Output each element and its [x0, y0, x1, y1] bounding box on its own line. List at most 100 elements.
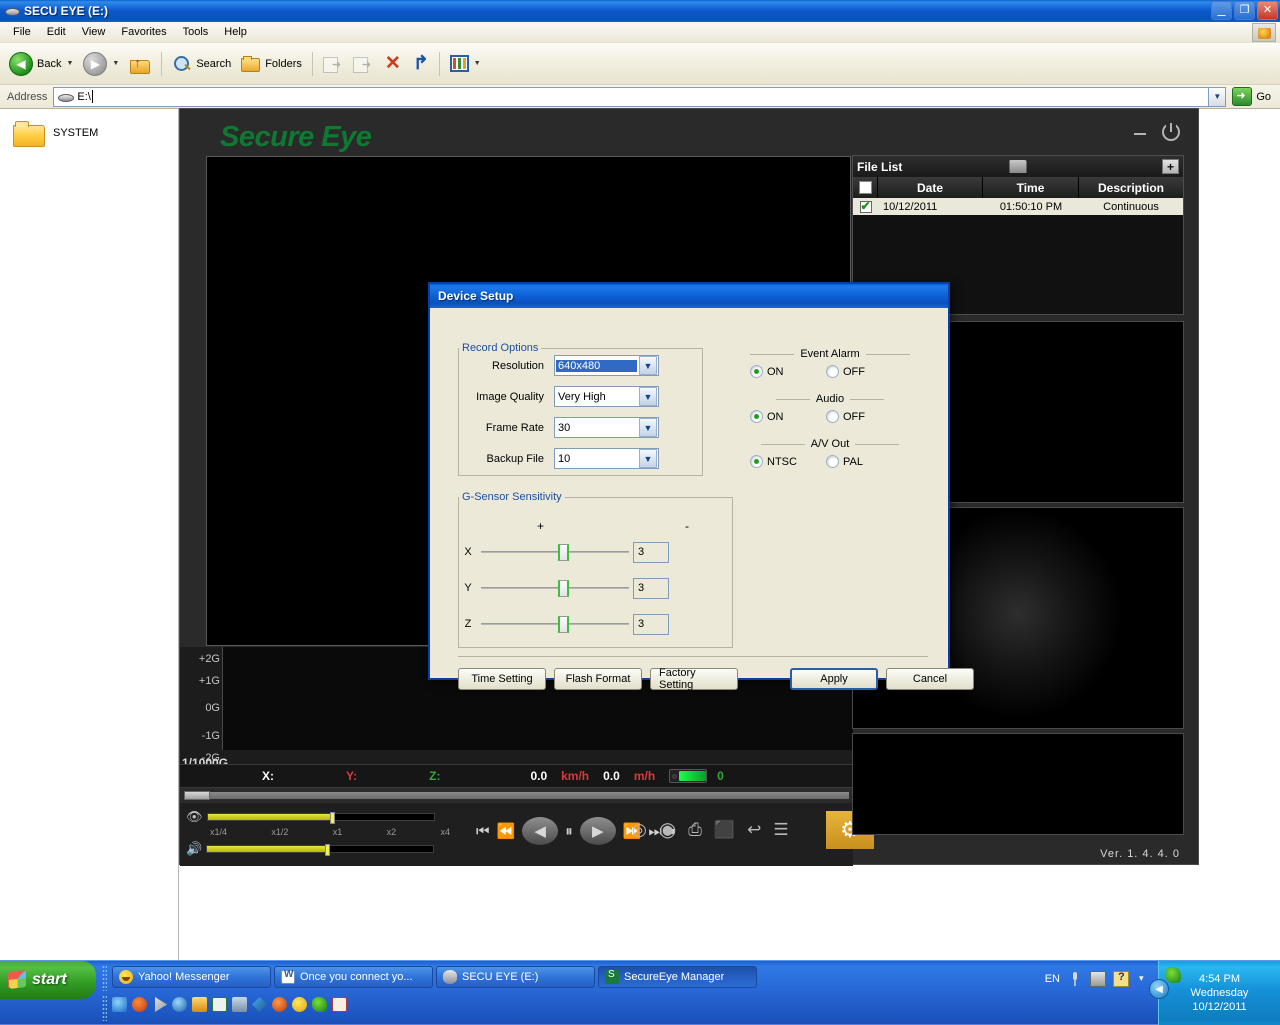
playback-speed-control[interactable]: 👁 [186, 809, 435, 825]
print-icon[interactable]: ⎙ [688, 820, 702, 840]
menu-help[interactable]: Help [217, 24, 254, 40]
views-button[interactable]: ▼ [445, 52, 486, 75]
undo-button[interactable]: ↰ [408, 51, 434, 76]
ql-diamond-icon[interactable] [252, 997, 267, 1012]
gsensor-z-slider[interactable] [481, 614, 629, 634]
add-file-button[interactable]: + [1162, 159, 1179, 174]
file-item-system[interactable]: SYSTEM [10, 117, 160, 149]
network-icon[interactable] [1090, 971, 1106, 987]
help-icon[interactable] [1113, 971, 1129, 987]
gsensor-x-value[interactable]: 3 [633, 542, 669, 563]
column-header-description[interactable]: Description [1079, 177, 1183, 198]
minimize-button[interactable]: _ [1211, 1, 1232, 20]
app-minimize-button[interactable] [1132, 124, 1148, 140]
snapshot-icon[interactable]: ◎ [632, 820, 647, 840]
speed-slider-track[interactable] [207, 813, 435, 821]
prev-frame-button[interactable]: ⏪ [497, 824, 516, 839]
table-row[interactable]: 10/12/2011 01:50:10 PM Continuous [853, 198, 1183, 215]
move-to-button[interactable] [318, 52, 348, 76]
chevron-down-icon-quality[interactable]: ▼ [639, 387, 657, 406]
power-icon[interactable] [1162, 123, 1180, 141]
ql-media-icon[interactable] [152, 997, 167, 1012]
event-alarm-off[interactable]: OFF [826, 365, 902, 378]
time-setting-button[interactable]: Time Setting [458, 668, 546, 690]
radio-icon-pal[interactable] [826, 455, 839, 468]
radio-icon-alarm-off[interactable] [826, 365, 839, 378]
tray-bird-icon[interactable] [1165, 967, 1181, 983]
address-input[interactable]: E:\ [53, 87, 1209, 107]
list-icon[interactable]: ☰ [773, 820, 788, 840]
ql-chat-icon[interactable] [332, 997, 347, 1012]
ql-firefox-icon[interactable] [272, 997, 287, 1012]
back-button[interactable]: ◀ Back ▼ [4, 49, 78, 79]
apply-button[interactable]: Apply [790, 668, 878, 690]
timeline-scrollbar[interactable] [180, 789, 853, 803]
av-out-pal[interactable]: PAL [826, 455, 902, 468]
audio-on[interactable]: ON [750, 410, 826, 423]
gsensor-z-value[interactable]: 3 [633, 614, 669, 635]
column-header-checkbox[interactable] [853, 177, 878, 198]
ql-icon-1[interactable] [112, 997, 127, 1012]
menu-tools[interactable]: Tools [176, 24, 216, 40]
folder-icon-filelist[interactable] [1010, 160, 1027, 173]
gsensor-y-thumb[interactable] [558, 580, 569, 597]
camera-icon[interactable]: ◉ [659, 817, 676, 842]
audio-off[interactable]: OFF [826, 410, 902, 423]
skip-start-button[interactable]: ⏮ [476, 824, 490, 839]
chevron-down-icon-forward[interactable]: ▼ [111, 60, 119, 67]
copy-to-button[interactable] [348, 52, 378, 76]
row-checkbox[interactable] [860, 201, 872, 213]
delete-button[interactable]: ✕ [378, 51, 408, 76]
row-checkbox-cell[interactable] [853, 201, 878, 213]
go-button[interactable]: Go [1226, 87, 1277, 106]
image-quality-select[interactable]: Very High ▼ [554, 386, 659, 407]
ql-ie-icon[interactable] [172, 997, 187, 1012]
folders-button[interactable]: Folders [236, 52, 307, 76]
menu-edit[interactable]: Edit [40, 24, 73, 40]
forward-button[interactable]: ▶ ▼ [78, 49, 124, 79]
menu-favorites[interactable]: Favorites [114, 24, 173, 40]
gsensor-z-thumb[interactable] [558, 616, 569, 633]
factory-setting-button[interactable]: Factory Setting [650, 668, 738, 690]
taskbar-grip-1[interactable] [102, 965, 107, 991]
task-secureeye-manager[interactable]: SecureEye Manager [598, 966, 757, 988]
volume-slider-thumb[interactable] [325, 844, 330, 856]
start-button[interactable]: start [0, 961, 96, 999]
menu-view[interactable]: View [75, 24, 113, 40]
close-button[interactable]: ✕ [1257, 1, 1278, 20]
maximize-button[interactable]: ❐ [1234, 1, 1255, 20]
export-icon[interactable]: ⬛ [714, 820, 735, 840]
task-secu-eye[interactable]: SECU EYE (E:) [436, 966, 595, 988]
task-yahoo-messenger[interactable]: Yahoo! Messenger [112, 966, 271, 988]
search-button[interactable]: Search [167, 51, 236, 77]
task-document[interactable]: Once you connect yo... [274, 966, 433, 988]
menu-file[interactable]: File [6, 24, 38, 40]
chevron-down-icon[interactable]: ▼ [65, 60, 73, 67]
timeline-track[interactable] [184, 792, 849, 799]
resolution-select[interactable]: 640x480 ▼ [554, 355, 659, 376]
microphone-icon[interactable] [1067, 971, 1083, 987]
thumbnail-view-3[interactable] [852, 733, 1184, 835]
chevron-down-icon-resolution[interactable]: ▼ [639, 356, 657, 375]
up-button[interactable] [124, 51, 156, 77]
select-all-checkbox[interactable] [859, 181, 872, 194]
column-header-time[interactable]: Time [983, 177, 1079, 198]
flash-format-button[interactable]: Flash Format [554, 668, 642, 690]
chevron-down-icon-backup[interactable]: ▼ [639, 449, 657, 468]
av-out-ntsc[interactable]: NTSC [750, 455, 826, 468]
gsensor-x-slider[interactable] [481, 542, 629, 562]
play-button[interactable]: ▶ [580, 817, 616, 845]
chevron-down-icon-views[interactable]: ▼ [473, 60, 481, 67]
ql-yahoo-icon[interactable] [292, 997, 307, 1012]
pause-button[interactable]: ⏸ [565, 824, 573, 839]
volume-control[interactable]: 🔊 [186, 841, 434, 857]
address-dropdown-button[interactable]: ▼ [1209, 87, 1226, 107]
frame-rate-select[interactable]: 30 ▼ [554, 417, 659, 438]
ql-secu-icon[interactable] [212, 997, 227, 1012]
backup-file-select[interactable]: 10 ▼ [554, 448, 659, 469]
ql-bird-icon[interactable] [312, 997, 327, 1012]
column-header-date[interactable]: Date [878, 177, 983, 198]
language-indicator[interactable]: EN [1045, 973, 1060, 985]
gsensor-y-slider[interactable] [481, 578, 629, 598]
event-alarm-on[interactable]: ON [750, 365, 826, 378]
